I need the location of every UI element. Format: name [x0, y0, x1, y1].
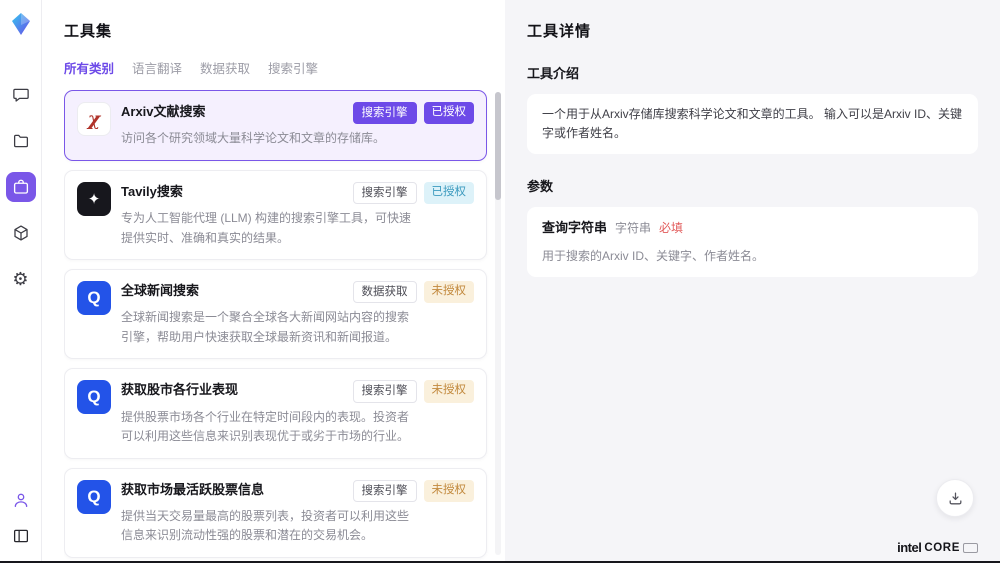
folder-icon: [12, 132, 30, 150]
tool-card-description: 提供当天交易量最高的股票列表，投资者可以利用这些信息来识别流动性强的股票和潜在的…: [121, 507, 417, 546]
tool-card[interactable]: Q 全球新闻搜索 数据获取 未授权 全球新闻搜索是一个聚合全球各大新闻网站内容的…: [64, 269, 487, 359]
intel-core-logo: intel CORE: [897, 540, 978, 555]
param-type: 字符串: [615, 219, 651, 238]
category-badge: 数据获取: [353, 281, 417, 303]
panel-icon: [12, 527, 30, 545]
intel-core-text: CORE: [924, 542, 960, 554]
arxiv-glyph: χ: [88, 108, 101, 130]
download-button[interactable]: [936, 479, 974, 517]
category-badge: 搜索引擎: [353, 480, 417, 502]
category-badge: 搜索引擎: [353, 182, 417, 204]
tool-card-title: Arxiv文献搜索: [121, 102, 206, 122]
sidebar-item-user[interactable]: [6, 485, 36, 515]
tool-card-description: 提供股票市场各个行业在特定时间段内的表现。投资者可以利用这些信息来识别表现优于或…: [121, 408, 417, 447]
sidebar-item-tools[interactable]: [6, 172, 36, 202]
category-tabs: 所有类别 语言翻译 数据获取 搜索引擎: [64, 58, 505, 77]
param-card: 查询字符串 字符串 必填 用于搜索的Arxiv ID、关键字、作者姓名。: [527, 207, 978, 277]
tool-card-head: 全球新闻搜索 数据获取 未授权: [121, 281, 474, 303]
sidebar: ⚙: [0, 0, 42, 563]
sidebar-item-files[interactable]: [6, 126, 36, 156]
active-stocks-logo-icon: Q: [77, 480, 111, 514]
tab-language-translation[interactable]: 语言翻译: [132, 58, 182, 77]
tool-card[interactable]: Q 获取股市各行业表现 搜索引擎 未授权 提供股票市场各个行业在特定时间段内的表…: [64, 368, 487, 458]
scrollbar[interactable]: [495, 92, 501, 555]
app-window: ⚙ 工具集 所有类别 语言翻译 数据获取: [0, 0, 1000, 563]
stock-sector-logo-icon: Q: [77, 380, 111, 414]
intro-card: 一个用于从Arxiv存储库搜索科学论文和文章的工具。 输入可以是Arxiv ID…: [527, 94, 978, 154]
news-glyph: Q: [87, 288, 100, 308]
download-icon: [947, 490, 964, 507]
tool-card[interactable]: Q 获取市场最活跃股票信息 搜索引擎 未授权 提供当天交易量最高的股票列表，投资…: [64, 468, 487, 558]
category-badge: 搜索引擎: [353, 380, 417, 402]
tool-card-body: Tavily搜索 搜索引擎 已授权 专为人工智能代理 (LLM) 构建的搜索引擎…: [121, 182, 474, 248]
param-name: 查询字符串: [542, 218, 607, 239]
cube-icon: [12, 224, 30, 242]
tool-card-head: Arxiv文献搜索 搜索引擎 已授权: [121, 102, 474, 124]
arxiv-logo-icon: χ: [77, 102, 111, 136]
stock-glyph: Q: [87, 387, 100, 407]
param-head: 查询字符串 字符串 必填: [542, 218, 963, 239]
auth-badge: 未授权: [424, 480, 475, 502]
tavily-logo-icon: ✦: [77, 182, 111, 216]
tab-search-engine[interactable]: 搜索引擎: [268, 58, 318, 77]
tool-card-badges: 搜索引擎 已授权: [353, 102, 475, 124]
global-news-logo-icon: Q: [77, 281, 111, 315]
auth-badge: 已授权: [424, 182, 475, 204]
tab-data-fetch[interactable]: 数据获取: [200, 58, 250, 77]
auth-badge: 未授权: [424, 380, 475, 402]
tool-card-body: 获取市场最活跃股票信息 搜索引擎 未授权 提供当天交易量最高的股票列表，投资者可…: [121, 480, 474, 546]
intel-chip-badge: [963, 543, 978, 553]
tool-card-body: Arxiv文献搜索 搜索引擎 已授权 访问各个研究领域大量科学论文和文章的存储库…: [121, 102, 474, 149]
app-logo-icon: [10, 12, 32, 36]
intel-brand-text: intel: [897, 540, 921, 555]
tool-cards-list: χ Arxiv文献搜索 搜索引擎 已授权 访问各个研究领域大量科学论文和文章的存…: [64, 90, 505, 563]
scrollbar-thumb[interactable]: [495, 92, 501, 200]
tool-card-description: 全球新闻搜索是一个聚合全球各大新闻网站内容的搜索引擎，帮助用户快速获取全球最新资…: [121, 308, 417, 347]
category-badge: 搜索引擎: [353, 102, 417, 124]
tool-card-badges: 数据获取 未授权: [353, 281, 475, 303]
sidebar-item-chat[interactable]: [6, 80, 36, 110]
detail-title: 工具详情: [527, 20, 978, 41]
params-section-title: 参数: [527, 176, 978, 195]
chat-icon: [12, 86, 30, 104]
auth-badge: 未授权: [424, 281, 475, 303]
tool-card-body: 全球新闻搜索 数据获取 未授权 全球新闻搜索是一个聚合全球各大新闻网站内容的搜索…: [121, 281, 474, 347]
user-icon: [12, 491, 30, 509]
tool-card-title: 获取市场最活跃股票信息: [121, 480, 264, 500]
tool-card-badges: 搜索引擎 未授权: [353, 380, 475, 402]
param-required-badge: 必填: [659, 219, 683, 238]
sidebar-item-settings[interactable]: ⚙: [6, 264, 36, 294]
tool-card-head: 获取市场最活跃股票信息 搜索引擎 未授权: [121, 480, 474, 502]
briefcase-icon: [12, 178, 30, 196]
tool-card-title: 全球新闻搜索: [121, 281, 199, 301]
tool-detail-panel: 工具详情 工具介绍 一个用于从Arxiv存储库搜索科学论文和文章的工具。 输入可…: [505, 0, 1000, 563]
tool-card[interactable]: ✦ Tavily搜索 搜索引擎 已授权 专为人工智能代理 (LLM) 构建的搜索…: [64, 170, 487, 260]
sidebar-item-collapse[interactable]: [6, 521, 36, 551]
intro-text: 一个用于从Arxiv存储库搜索科学论文和文章的工具。 输入可以是Arxiv ID…: [542, 107, 962, 140]
tool-card-head: Tavily搜索 搜索引擎 已授权: [121, 182, 474, 204]
tool-card-body: 获取股市各行业表现 搜索引擎 未授权 提供股票市场各个行业在特定时间段内的表现。…: [121, 380, 474, 446]
gear-icon: ⚙: [12, 270, 28, 288]
tool-card-head: 获取股市各行业表现 搜索引擎 未授权: [121, 380, 474, 402]
tool-card-badges: 搜索引擎 未授权: [353, 480, 475, 502]
tool-card-badges: 搜索引擎 已授权: [353, 182, 475, 204]
page-title: 工具集: [64, 20, 505, 41]
tool-card-description: 专为人工智能代理 (LLM) 构建的搜索引擎工具，可快速提供实时、准确和真实的结…: [121, 209, 417, 248]
auth-badge: 已授权: [424, 102, 475, 124]
tavily-glyph: ✦: [88, 190, 101, 208]
stocks-glyph: Q: [87, 487, 100, 507]
tab-all-categories[interactable]: 所有类别: [64, 58, 114, 77]
tool-card-title: 获取股市各行业表现: [121, 380, 238, 400]
intro-section-title: 工具介绍: [527, 63, 978, 82]
sidebar-item-plugins[interactable]: [6, 218, 36, 248]
tool-card-description: 访问各个研究领域大量科学论文和文章的存储库。: [121, 129, 417, 148]
tool-list-panel: 工具集 所有类别 语言翻译 数据获取 搜索引擎 χ Arxiv文献搜索 搜索引擎…: [42, 0, 505, 563]
tool-card[interactable]: χ Arxiv文献搜索 搜索引擎 已授权 访问各个研究领域大量科学论文和文章的存…: [64, 90, 487, 161]
param-description: 用于搜索的Arxiv ID、关键字、作者姓名。: [542, 247, 963, 266]
tool-card-title: Tavily搜索: [121, 182, 183, 202]
